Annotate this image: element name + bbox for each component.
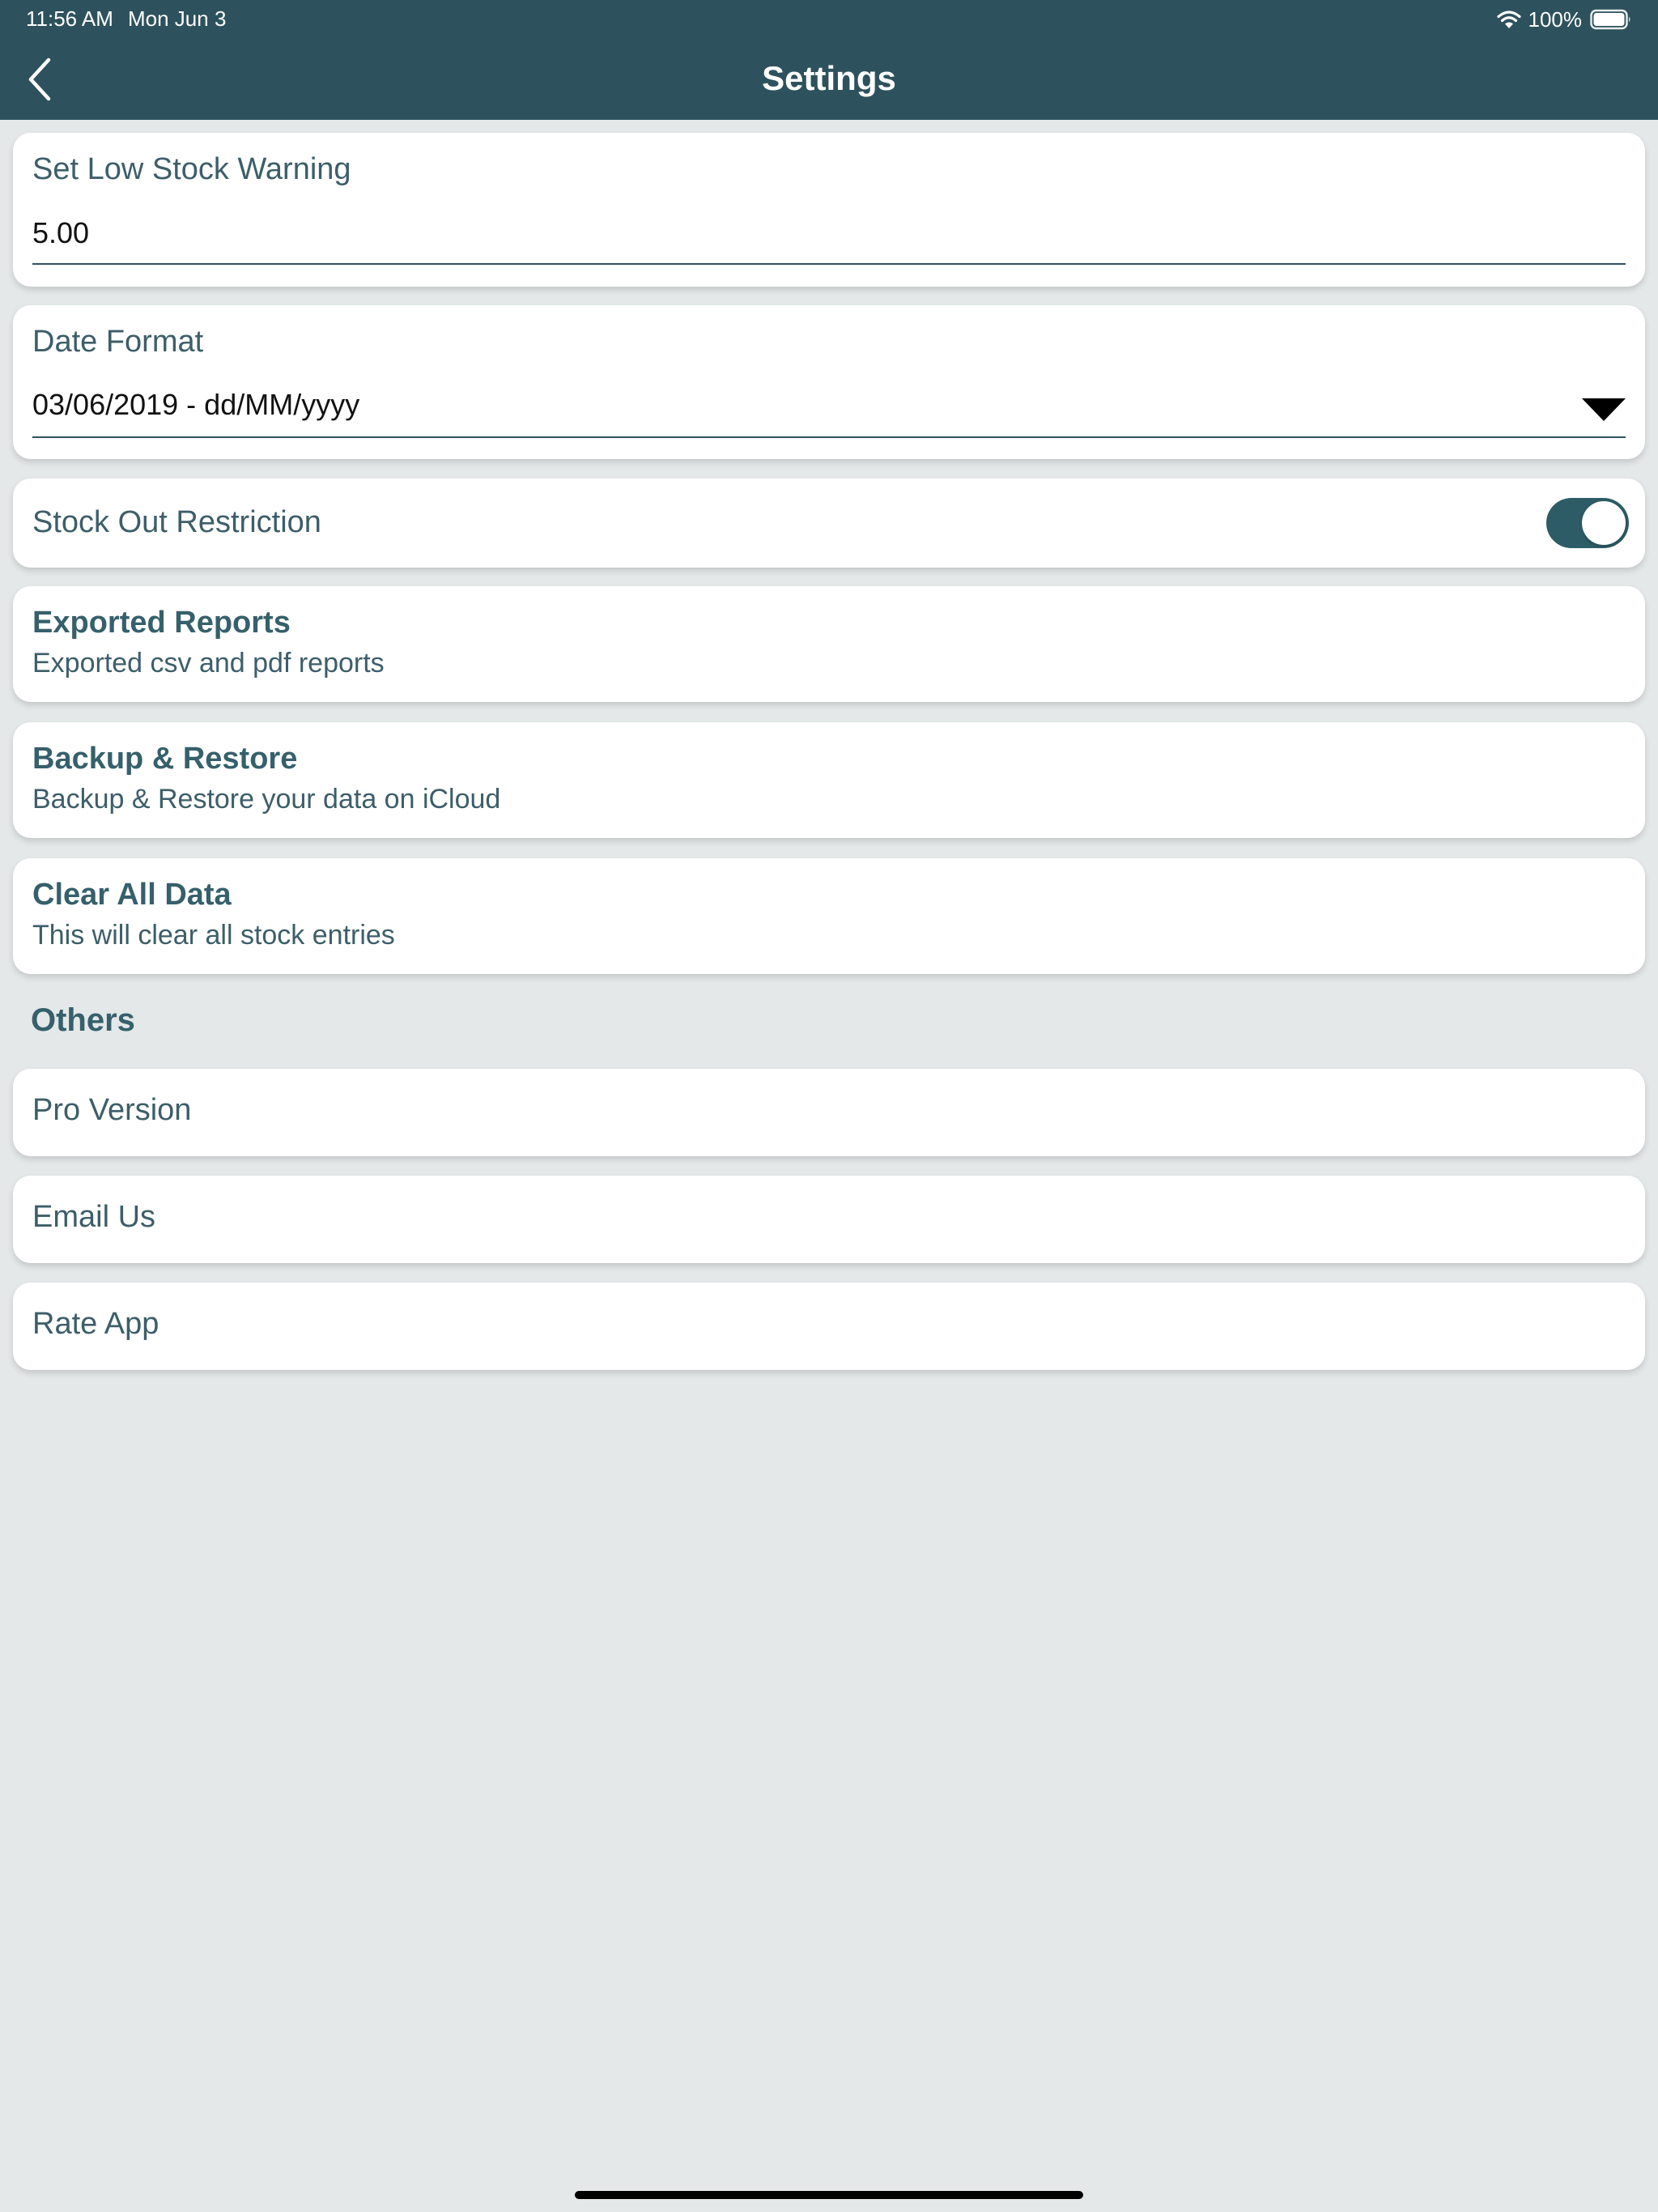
page-title: Settings (762, 59, 896, 97)
clear-all-data-item[interactable]: Clear All Data This will clear all stock… (13, 858, 1645, 974)
low-stock-warning-label: Set Low Stock Warning (32, 152, 351, 186)
email-us-item[interactable]: Email Us (13, 1176, 1645, 1263)
pro-version-item[interactable]: Pro Version (13, 1069, 1645, 1156)
date-format-select[interactable]: 03/06/2019 - dd/MM/yyyy (32, 387, 359, 423)
pro-version-label: Pro Version (32, 1093, 192, 1127)
exported-reports-subtitle: Exported csv and pdf reports (32, 648, 385, 678)
exported-reports-title: Exported Reports (32, 606, 291, 640)
toggle-knob (1582, 501, 1626, 545)
dropdown-arrow-icon[interactable] (1582, 398, 1626, 421)
others-section-header: Others (31, 1002, 135, 1038)
input-underline (32, 263, 1626, 265)
exported-reports-item[interactable]: Exported Reports Exported csv and pdf re… (13, 586, 1645, 702)
status-time: 11:56 AM (26, 6, 113, 31)
rate-app-label: Rate App (32, 1307, 159, 1341)
rate-app-item[interactable]: Rate App (13, 1283, 1645, 1370)
email-us-label: Email Us (32, 1200, 156, 1234)
home-indicator[interactable] (575, 2191, 1083, 2199)
stock-out-restriction-card: Stock Out Restriction (13, 479, 1645, 568)
low-stock-warning-input[interactable]: 5.00 (32, 215, 89, 251)
navigation-bar: 11:56 AM Mon Jun 3 100% Settings (0, 0, 1658, 120)
wifi-icon (1496, 9, 1522, 30)
backup-restore-title: Backup & Restore (32, 742, 298, 776)
select-underline (32, 436, 1626, 438)
battery-icon (1590, 9, 1632, 30)
stock-out-restriction-toggle[interactable] (1546, 498, 1629, 548)
date-format-label: Date Format (32, 325, 204, 359)
clear-all-data-title: Clear All Data (32, 878, 232, 912)
status-indicators: 100% (1496, 6, 1633, 32)
backup-restore-item[interactable]: Backup & Restore Backup & Restore your d… (13, 722, 1645, 838)
low-stock-warning-card: Set Low Stock Warning 5.00 (13, 133, 1645, 287)
battery-percentage: 100% (1528, 6, 1583, 32)
date-format-card: Date Format 03/06/2019 - dd/MM/yyyy (13, 305, 1645, 459)
stock-out-restriction-label: Stock Out Restriction (32, 505, 321, 539)
status-date: Mon Jun 3 (128, 6, 227, 31)
clear-all-data-subtitle: This will clear all stock entries (32, 920, 395, 951)
backup-restore-subtitle: Backup & Restore your data on iCloud (32, 784, 501, 815)
